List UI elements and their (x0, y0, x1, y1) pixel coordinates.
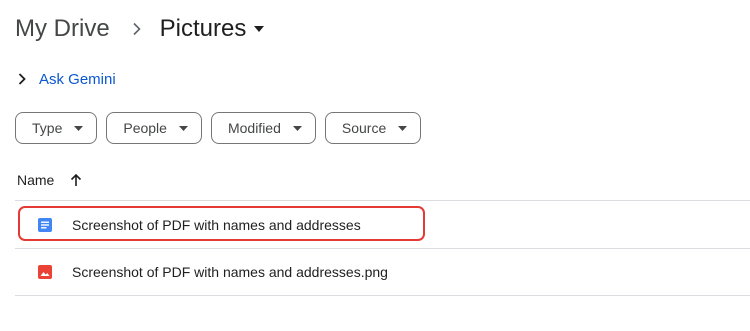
ask-gemini-toggle[interactable]: Ask Gemini (18, 68, 116, 90)
breadcrumb-my-drive[interactable]: My Drive (15, 15, 110, 43)
breadcrumb-current-label: Pictures (159, 15, 247, 42)
filter-people-label: People (123, 120, 167, 136)
file-row[interactable]: Screenshot of PDF with names and address… (15, 248, 750, 296)
filter-type-label: Type (32, 120, 63, 136)
list-header: Name (17, 169, 82, 191)
filter-modified-label: Modified (227, 120, 281, 136)
column-header-name[interactable]: Name (17, 172, 54, 188)
caret-down-icon (292, 125, 302, 131)
filter-source-label: Source (341, 120, 387, 136)
caret-down-icon (178, 125, 188, 131)
caret-down-icon (74, 125, 84, 131)
image-file-icon (36, 263, 54, 281)
ask-gemini-label: Ask Gemini (39, 70, 116, 88)
filter-source[interactable]: Source (324, 112, 422, 144)
caret-down-icon (398, 125, 408, 131)
file-name: Screenshot of PDF with names and address… (72, 263, 388, 280)
sort-arrow-up-icon[interactable] (70, 173, 82, 187)
highlight-outline (18, 206, 425, 241)
filter-modified[interactable]: Modified (210, 112, 316, 144)
filter-people[interactable]: People (106, 112, 202, 144)
chevron-right-icon (18, 73, 26, 85)
breadcrumb: My Drive Pictures (15, 12, 265, 46)
filter-bar: Type People Modified Source (15, 112, 422, 144)
filter-type[interactable]: Type (15, 112, 98, 144)
breadcrumb-current-folder[interactable]: Pictures (160, 15, 265, 43)
chevron-right-icon (132, 22, 142, 36)
caret-down-icon (254, 26, 265, 32)
